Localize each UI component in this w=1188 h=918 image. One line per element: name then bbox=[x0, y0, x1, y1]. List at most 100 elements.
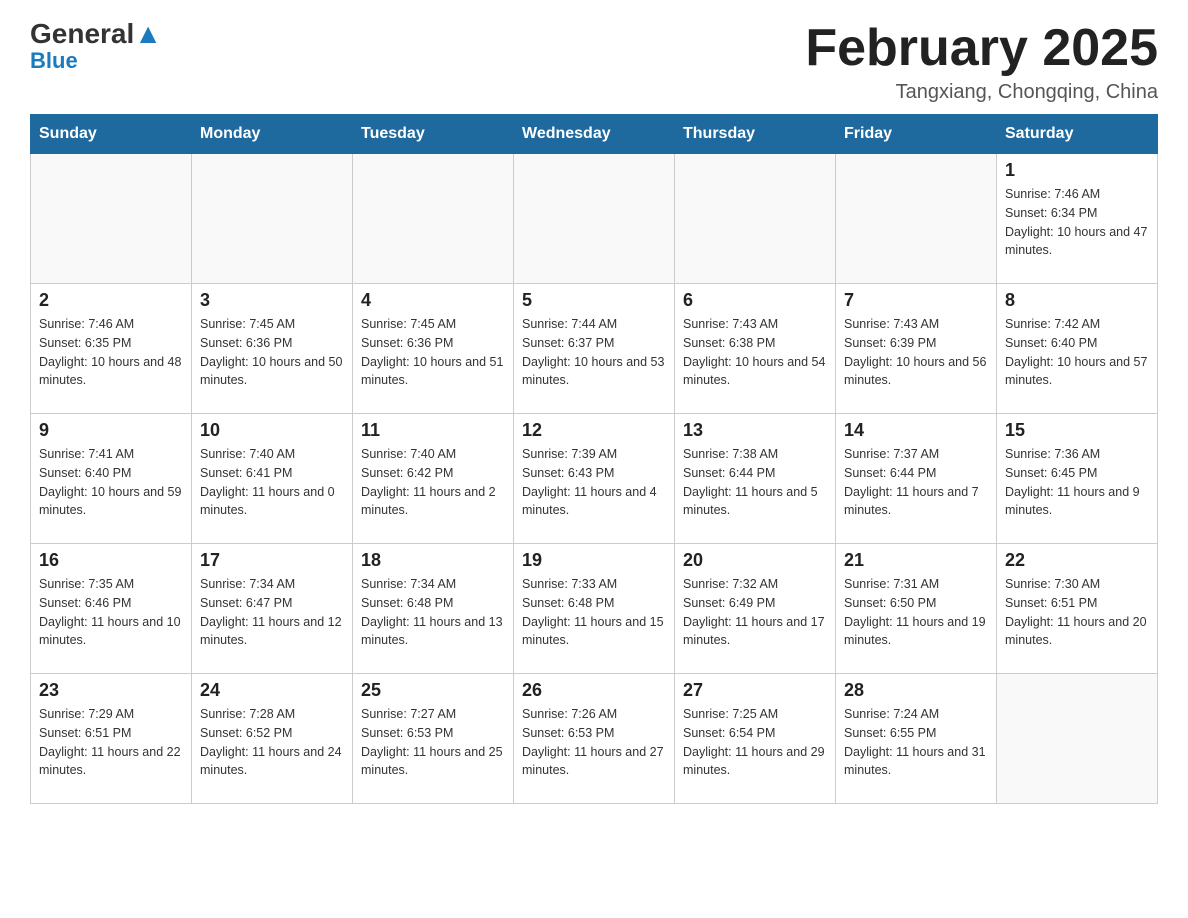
header-row: SundayMondayTuesdayWednesdayThursdayFrid… bbox=[31, 115, 1158, 154]
day-info: Sunrise: 7:36 AMSunset: 6:45 PMDaylight:… bbox=[1005, 445, 1149, 520]
day-number: 25 bbox=[361, 680, 505, 701]
calendar-cell: 14 Sunrise: 7:37 AMSunset: 6:44 PMDayligh… bbox=[836, 414, 997, 544]
calendar-cell bbox=[675, 154, 836, 284]
calendar-cell: 6 Sunrise: 7:43 AMSunset: 6:38 PMDaylight… bbox=[675, 284, 836, 414]
calendar-cell bbox=[836, 154, 997, 284]
calendar-cell: 19 Sunrise: 7:33 AMSunset: 6:48 PMDayligh… bbox=[514, 544, 675, 674]
calendar-cell: 9Sunrise: 7:41 AMSunset: 6:40 PMDaylight… bbox=[31, 414, 192, 544]
week-row-3: 9Sunrise: 7:41 AMSunset: 6:40 PMDaylight… bbox=[31, 414, 1158, 544]
calendar-cell: 24 Sunrise: 7:28 AMSunset: 6:52 PMDayligh… bbox=[192, 674, 353, 804]
day-info: Sunrise: 7:27 AMSunset: 6:53 PMDaylight:… bbox=[361, 705, 505, 780]
day-info: Sunrise: 7:43 AMSunset: 6:39 PMDaylight:… bbox=[844, 315, 988, 390]
day-info: Sunrise: 7:25 AMSunset: 6:54 PMDaylight:… bbox=[683, 705, 827, 780]
header-cell-tuesday: Tuesday bbox=[353, 115, 514, 154]
calendar-cell bbox=[997, 674, 1158, 804]
header-cell-wednesday: Wednesday bbox=[514, 115, 675, 154]
calendar-cell: 28 Sunrise: 7:24 AMSunset: 6:55 PMDayligh… bbox=[836, 674, 997, 804]
day-info: Sunrise: 7:37 AMSunset: 6:44 PMDaylight:… bbox=[844, 445, 988, 520]
day-info: Sunrise: 7:44 AMSunset: 6:37 PMDaylight:… bbox=[522, 315, 666, 390]
logo-blue-text: Blue bbox=[30, 48, 78, 74]
day-number: 3 bbox=[200, 290, 344, 311]
day-number: 19 bbox=[522, 550, 666, 571]
calendar-cell: 3 Sunrise: 7:45 AMSunset: 6:36 PMDaylight… bbox=[192, 284, 353, 414]
header-cell-thursday: Thursday bbox=[675, 115, 836, 154]
calendar-cell: 13Sunrise: 7:38 AMSunset: 6:44 PMDayligh… bbox=[675, 414, 836, 544]
calendar-cell: 15 Sunrise: 7:36 AMSunset: 6:45 PMDayligh… bbox=[997, 414, 1158, 544]
day-number: 11 bbox=[361, 420, 505, 441]
day-number: 18 bbox=[361, 550, 505, 571]
day-number: 28 bbox=[844, 680, 988, 701]
calendar-cell bbox=[192, 154, 353, 284]
calendar-cell: 12Sunrise: 7:39 AMSunset: 6:43 PMDayligh… bbox=[514, 414, 675, 544]
week-row-2: 2 Sunrise: 7:46 AMSunset: 6:35 PMDaylight… bbox=[31, 284, 1158, 414]
day-number: 1 bbox=[1005, 160, 1149, 181]
calendar-cell: 21 Sunrise: 7:31 AMSunset: 6:50 PMDayligh… bbox=[836, 544, 997, 674]
day-number: 17 bbox=[200, 550, 344, 571]
day-info: Sunrise: 7:46 AMSunset: 6:35 PMDaylight:… bbox=[39, 315, 183, 390]
day-number: 27 bbox=[683, 680, 827, 701]
week-row-4: 16 Sunrise: 7:35 AMSunset: 6:46 PMDayligh… bbox=[31, 544, 1158, 674]
day-info: Sunrise: 7:31 AMSunset: 6:50 PMDaylight:… bbox=[844, 575, 988, 650]
calendar-cell: 23 Sunrise: 7:29 AMSunset: 6:51 PMDayligh… bbox=[31, 674, 192, 804]
day-info: Sunrise: 7:41 AMSunset: 6:40 PMDaylight:… bbox=[39, 445, 183, 520]
calendar-cell: 1 Sunrise: 7:46 AMSunset: 6:34 PMDaylight… bbox=[997, 154, 1158, 284]
calendar-cell bbox=[514, 154, 675, 284]
logo: General▲ Blue bbox=[30, 20, 162, 74]
calendar-title: February 2025 bbox=[805, 20, 1158, 77]
day-info: Sunrise: 7:34 AMSunset: 6:47 PMDaylight:… bbox=[200, 575, 344, 650]
day-info: Sunrise: 7:29 AMSunset: 6:51 PMDaylight:… bbox=[39, 705, 183, 780]
calendar-cell: 10Sunrise: 7:40 AMSunset: 6:41 PMDayligh… bbox=[192, 414, 353, 544]
day-info: Sunrise: 7:46 AMSunset: 6:34 PMDaylight:… bbox=[1005, 185, 1149, 260]
day-number: 2 bbox=[39, 290, 183, 311]
header-cell-saturday: Saturday bbox=[997, 115, 1158, 154]
day-number: 12 bbox=[522, 420, 666, 441]
day-number: 5 bbox=[522, 290, 666, 311]
day-info: Sunrise: 7:33 AMSunset: 6:48 PMDaylight:… bbox=[522, 575, 666, 650]
calendar-subtitle: Tangxiang, Chongqing, China bbox=[805, 81, 1158, 104]
calendar-cell: 27 Sunrise: 7:25 AMSunset: 6:54 PMDayligh… bbox=[675, 674, 836, 804]
week-row-1: 1 Sunrise: 7:46 AMSunset: 6:34 PMDaylight… bbox=[31, 154, 1158, 284]
day-info: Sunrise: 7:40 AMSunset: 6:41 PMDaylight:… bbox=[200, 445, 344, 520]
day-number: 13 bbox=[683, 420, 827, 441]
header-cell-friday: Friday bbox=[836, 115, 997, 154]
page-header: General▲ Blue February 2025 Tangxiang, C… bbox=[30, 20, 1158, 104]
day-info: Sunrise: 7:45 AMSunset: 6:36 PMDaylight:… bbox=[200, 315, 344, 390]
logo-arrow: ▲ bbox=[134, 18, 162, 49]
week-row-5: 23 Sunrise: 7:29 AMSunset: 6:51 PMDayligh… bbox=[31, 674, 1158, 804]
calendar-cell: 25 Sunrise: 7:27 AMSunset: 6:53 PMDayligh… bbox=[353, 674, 514, 804]
day-number: 14 bbox=[844, 420, 988, 441]
day-number: 24 bbox=[200, 680, 344, 701]
title-section: February 2025 Tangxiang, Chongqing, Chin… bbox=[805, 20, 1158, 104]
calendar-header: SundayMondayTuesdayWednesdayThursdayFrid… bbox=[31, 115, 1158, 154]
calendar-cell: 11 Sunrise: 7:40 AMSunset: 6:42 PMDayligh… bbox=[353, 414, 514, 544]
calendar-cell: 7 Sunrise: 7:43 AMSunset: 6:39 PMDaylight… bbox=[836, 284, 997, 414]
calendar-cell: 26Sunrise: 7:26 AMSunset: 6:53 PMDayligh… bbox=[514, 674, 675, 804]
calendar-cell: 16 Sunrise: 7:35 AMSunset: 6:46 PMDayligh… bbox=[31, 544, 192, 674]
header-cell-monday: Monday bbox=[192, 115, 353, 154]
day-info: Sunrise: 7:42 AMSunset: 6:40 PMDaylight:… bbox=[1005, 315, 1149, 390]
day-number: 22 bbox=[1005, 550, 1149, 571]
day-info: Sunrise: 7:40 AMSunset: 6:42 PMDaylight:… bbox=[361, 445, 505, 520]
calendar-body: 1 Sunrise: 7:46 AMSunset: 6:34 PMDaylight… bbox=[31, 154, 1158, 804]
logo-general-text: General▲ bbox=[30, 20, 162, 48]
day-number: 6 bbox=[683, 290, 827, 311]
day-number: 8 bbox=[1005, 290, 1149, 311]
day-info: Sunrise: 7:30 AMSunset: 6:51 PMDaylight:… bbox=[1005, 575, 1149, 650]
calendar-cell: 5 Sunrise: 7:44 AMSunset: 6:37 PMDaylight… bbox=[514, 284, 675, 414]
calendar-cell: 4Sunrise: 7:45 AMSunset: 6:36 PMDaylight… bbox=[353, 284, 514, 414]
calendar-cell: 20Sunrise: 7:32 AMSunset: 6:49 PMDayligh… bbox=[675, 544, 836, 674]
calendar-cell bbox=[31, 154, 192, 284]
day-number: 15 bbox=[1005, 420, 1149, 441]
day-info: Sunrise: 7:28 AMSunset: 6:52 PMDaylight:… bbox=[200, 705, 344, 780]
day-number: 23 bbox=[39, 680, 183, 701]
day-info: Sunrise: 7:24 AMSunset: 6:55 PMDaylight:… bbox=[844, 705, 988, 780]
day-number: 7 bbox=[844, 290, 988, 311]
day-info: Sunrise: 7:43 AMSunset: 6:38 PMDaylight:… bbox=[683, 315, 827, 390]
header-cell-sunday: Sunday bbox=[31, 115, 192, 154]
day-info: Sunrise: 7:35 AMSunset: 6:46 PMDaylight:… bbox=[39, 575, 183, 650]
day-number: 21 bbox=[844, 550, 988, 571]
day-info: Sunrise: 7:34 AMSunset: 6:48 PMDaylight:… bbox=[361, 575, 505, 650]
day-number: 16 bbox=[39, 550, 183, 571]
day-number: 4 bbox=[361, 290, 505, 311]
calendar-cell bbox=[353, 154, 514, 284]
